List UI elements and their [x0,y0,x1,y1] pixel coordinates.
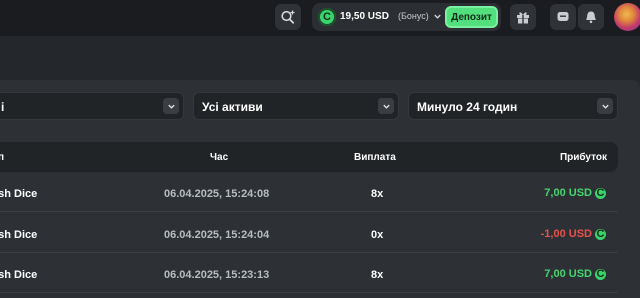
search-button[interactable] [275,4,301,30]
chevron-down-icon [163,98,179,114]
game-filter-select[interactable]: і [0,92,184,120]
table-row[interactable]: ash Dice 06.04.2025, 15:24:08 8x 7,00 US… [0,174,618,212]
table-row[interactable]: ash Dice 06.04.2025, 15:23:13 8x 7,00 US… [0,255,618,293]
asset-filter-select[interactable]: Усі активи [193,92,399,120]
row-game: ash Dice [0,269,38,281]
chevron-down-icon [597,98,613,114]
coin-icon: C [595,268,606,280]
row-game: ash Dice [0,188,38,200]
deposit-button[interactable]: Депозит [445,6,498,28]
row-profit-value: 7,00 USD [544,268,592,280]
asset-filter-label: Усі активи [202,100,263,114]
chevron-down-icon[interactable] [433,12,442,21]
period-filter-label: Минуло 24 годин [417,100,518,114]
top-bar: C 19,50 USD (Бонус) Депозит [0,0,640,36]
table-row[interactable]: ash Dice 06.04.2025, 15:24:04 0x -1,00 U… [0,215,618,253]
rewards-button[interactable] [510,4,536,30]
row-payout: 8x [371,269,384,281]
coin-icon: C [595,228,606,240]
column-header-time: Час [210,152,229,163]
row-game: ash Dice [0,229,38,241]
row-time: 06.04.2025, 15:23:13 [164,269,270,281]
game-filter-label: і [1,100,5,114]
table-header: п Час Виплата Прибуток [0,142,618,172]
column-header-profit: Прибуток [559,152,607,163]
chat-icon [557,12,569,21]
balance-amount: 19,50 USD [340,11,389,22]
row-profit: 7,00 USD C [544,187,606,199]
coin-icon: C [318,8,336,26]
avatar[interactable] [614,3,640,31]
chat-button[interactable] [550,4,576,30]
balance-bonus-label: (Бонус) [398,11,429,21]
row-profit-value: 7,00 USD [544,187,592,199]
gift-icon [517,12,529,24]
row-profit: -1,00 USD C [541,228,606,240]
bell-icon [586,11,596,24]
row-profit-value: -1,00 USD [540,228,592,240]
period-filter-select[interactable]: Минуло 24 годин [408,92,618,120]
chevron-down-icon [378,98,394,114]
coin-icon: C [595,187,606,199]
search-icon [281,10,295,24]
balance-widget[interactable]: C 19,50 USD (Бонус) Депозит [312,3,501,31]
row-payout: 0x [371,229,384,241]
row-time: 06.04.2025, 15:24:08 [164,188,270,200]
row-payout: 8x [371,188,384,200]
column-header-payout: Виплата [354,152,396,163]
notifications-button[interactable] [578,4,604,30]
column-header-game: п [0,152,5,163]
row-profit: 7,00 USD C [544,268,606,280]
row-time: 06.04.2025, 15:24:04 [164,229,270,241]
